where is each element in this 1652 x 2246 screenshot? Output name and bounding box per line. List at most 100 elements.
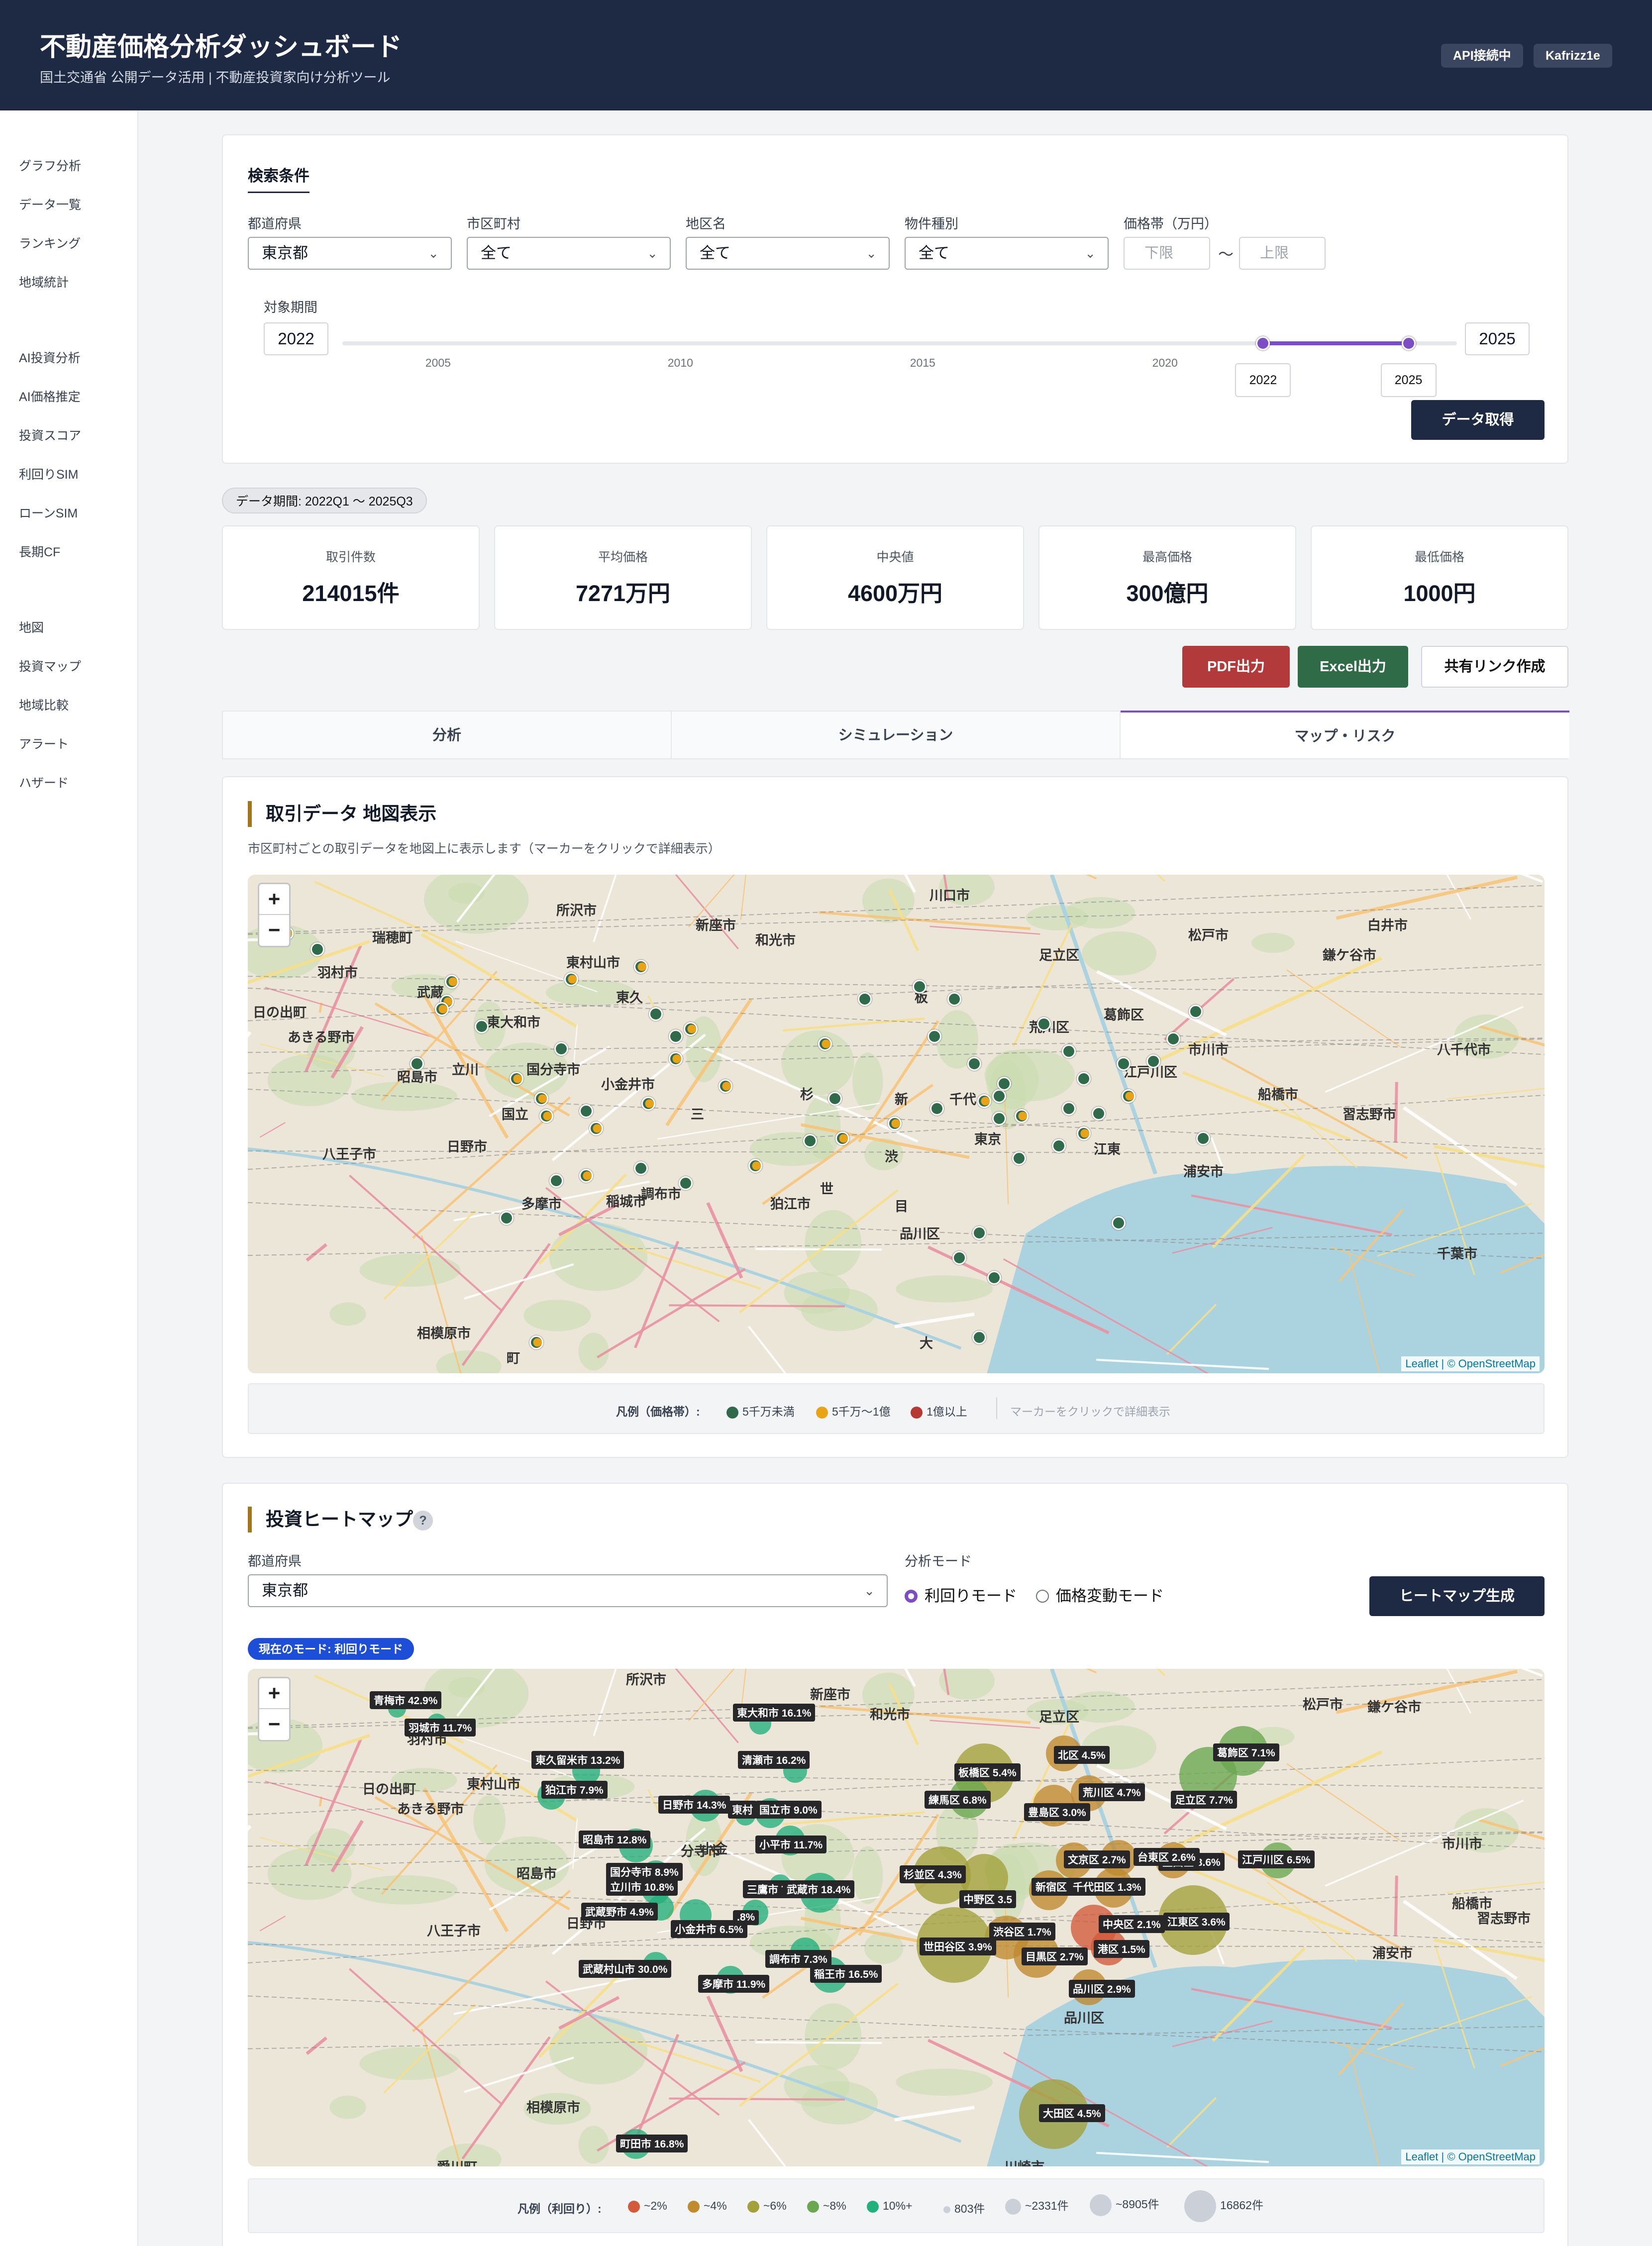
zoom-out-button[interactable]: − xyxy=(259,915,289,946)
transaction-marker[interactable] xyxy=(1077,1126,1091,1140)
transaction-marker[interactable] xyxy=(684,1022,698,1036)
transaction-marker[interactable] xyxy=(1052,1139,1066,1153)
transaction-marker[interactable] xyxy=(858,992,872,1006)
transaction-marker[interactable] xyxy=(549,1174,563,1188)
transaction-marker[interactable] xyxy=(992,1112,1006,1125)
transaction-marker[interactable] xyxy=(1062,1044,1076,1058)
sidebar-item-hazard[interactable]: ハザード xyxy=(19,773,69,791)
transaction-marker[interactable] xyxy=(475,1020,489,1033)
transaction-marker[interactable] xyxy=(977,1094,991,1108)
sidebar-item-invest-score[interactable]: 投資スコア xyxy=(19,426,81,444)
transaction-marker[interactable] xyxy=(529,1335,543,1349)
tab-map-risk[interactable]: マップ・リスク xyxy=(1121,711,1569,758)
tab-analysis[interactable]: 分析 xyxy=(223,712,672,759)
period-range-slider[interactable]: 2022 2025 2005 2010 2015 2020 xyxy=(342,324,1457,397)
transaction-marker[interactable] xyxy=(992,1089,1006,1103)
sidebar-item-ranking[interactable]: ランキング xyxy=(19,234,81,252)
share-link-button[interactable]: 共有リンク作成 xyxy=(1421,646,1568,688)
transaction-marker[interactable] xyxy=(930,1102,944,1116)
sidebar-item-long-cf[interactable]: 長期CF xyxy=(19,542,60,560)
transaction-marker[interactable] xyxy=(669,1052,683,1066)
transaction-marker[interactable] xyxy=(579,1169,593,1183)
transaction-marker[interactable] xyxy=(1092,1107,1106,1121)
transaction-marker[interactable] xyxy=(539,1109,553,1123)
transaction-marker[interactable] xyxy=(928,1029,941,1043)
transaction-marker[interactable] xyxy=(947,992,961,1006)
radio-price-change-mode[interactable]: 価格変動モード xyxy=(1036,1583,1164,1606)
transaction-marker[interactable] xyxy=(1062,1102,1076,1116)
sidebar-item-yield-sim[interactable]: 利回りSIM xyxy=(19,465,78,483)
osm-attribution[interactable]: | © OpenStreetMap xyxy=(1442,2150,1536,2163)
district-select[interactable]: 全て ⌄ xyxy=(686,237,890,270)
transaction-marker[interactable] xyxy=(634,960,648,974)
transaction-map[interactable]: 所沢市 川口市 新座市 和光市 白井市 松戸市 鎌ケ谷市 足立区 瑞穂町 羽村市 武蔵 東大和市 東村山… xyxy=(248,875,1545,1373)
sidebar-item-alert[interactable]: アラート xyxy=(19,734,69,752)
transaction-marker[interactable] xyxy=(835,1131,849,1145)
transaction-marker[interactable] xyxy=(435,1002,449,1016)
transaction-marker[interactable] xyxy=(1166,1032,1180,1046)
tab-simulation[interactable]: シミュレーション xyxy=(672,712,1121,759)
transaction-marker[interactable] xyxy=(1189,1005,1203,1019)
transaction-marker[interactable] xyxy=(888,1117,902,1130)
slider-thumb-from[interactable] xyxy=(1256,336,1270,350)
transaction-marker[interactable] xyxy=(1146,1054,1160,1068)
transaction-marker[interactable] xyxy=(1077,1072,1091,1086)
transaction-marker[interactable] xyxy=(719,1079,732,1093)
year-from-input[interactable]: 2022 xyxy=(264,322,328,355)
investment-heatmap-map[interactable]: 所沢市 新座市 和光市 足立区 松戸市 鎌ケ谷市 羽村市 日の出町 あきる野市 東村山市 市川市 昭島… xyxy=(248,1669,1545,2166)
transaction-marker[interactable] xyxy=(500,1211,514,1225)
transaction-marker[interactable] xyxy=(1122,1089,1136,1103)
transaction-marker[interactable] xyxy=(748,1159,762,1173)
heat-pref-select[interactable]: 東京都 ⌄ xyxy=(248,1574,888,1607)
transaction-marker[interactable] xyxy=(828,1092,842,1106)
sidebar-item-regional-stats[interactable]: 地域統計 xyxy=(19,273,69,291)
sidebar-item-ai-analysis[interactable]: AI投資分析 xyxy=(19,348,81,366)
transaction-marker[interactable] xyxy=(997,1077,1011,1091)
pdf-export-button[interactable]: PDF出力 xyxy=(1182,646,1290,688)
transaction-marker[interactable] xyxy=(649,1007,663,1021)
transaction-marker[interactable] xyxy=(510,1072,523,1086)
transaction-marker[interactable] xyxy=(1112,1216,1126,1230)
year-to-input[interactable]: 2025 xyxy=(1465,322,1530,355)
sidebar-item-loan-sim[interactable]: ローンSIM xyxy=(19,504,78,521)
transaction-marker[interactable] xyxy=(564,972,578,986)
pref-select[interactable]: 東京都 ⌄ xyxy=(248,237,452,270)
transaction-marker[interactable] xyxy=(972,1226,986,1240)
sidebar-item-area-compare[interactable]: 地域比較 xyxy=(19,696,69,714)
transaction-marker[interactable] xyxy=(987,1271,1001,1285)
transaction-marker[interactable] xyxy=(410,1057,424,1071)
sidebar-item-graph[interactable]: グラフ分析 xyxy=(19,156,81,174)
radio-yield-mode[interactable]: 利回りモード xyxy=(905,1583,1017,1606)
transaction-marker[interactable] xyxy=(641,1097,655,1111)
zoom-in-button[interactable]: + xyxy=(259,884,289,915)
transaction-marker[interactable] xyxy=(967,1057,981,1071)
sidebar-item-data-list[interactable]: データ一覧 xyxy=(19,195,81,213)
user-badge[interactable]: Kafrizz1e xyxy=(1534,44,1612,68)
transaction-marker[interactable] xyxy=(310,942,324,956)
sidebar-item-invest-map[interactable]: 投資マップ xyxy=(19,657,81,675)
fetch-data-button[interactable]: データ取得 xyxy=(1411,400,1545,440)
transaction-marker[interactable] xyxy=(589,1122,603,1135)
transaction-marker[interactable] xyxy=(1196,1131,1210,1145)
sidebar-item-ai-price[interactable]: AI価格推定 xyxy=(19,387,81,405)
excel-export-button[interactable]: Excel出力 xyxy=(1298,646,1408,688)
type-select[interactable]: 全て ⌄ xyxy=(905,237,1109,270)
generate-heatmap-button[interactable]: ヒートマップ生成 xyxy=(1369,1576,1545,1616)
transaction-marker[interactable] xyxy=(972,1330,986,1344)
zoom-in-button[interactable]: + xyxy=(259,1678,289,1709)
transaction-marker[interactable] xyxy=(679,1176,693,1190)
leaflet-link[interactable]: Leaflet xyxy=(1405,2150,1438,2163)
transaction-marker[interactable] xyxy=(913,980,927,994)
sidebar-item-map[interactable]: 地図 xyxy=(19,618,44,636)
leaflet-link[interactable]: Leaflet xyxy=(1405,1357,1438,1370)
transaction-marker[interactable] xyxy=(579,1104,593,1118)
transaction-marker[interactable] xyxy=(554,1042,568,1056)
transaction-marker[interactable] xyxy=(1015,1109,1029,1123)
help-icon[interactable]: ? xyxy=(413,1511,433,1531)
transaction-marker[interactable] xyxy=(1012,1151,1026,1165)
city-select[interactable]: 全て ⌄ xyxy=(467,237,671,270)
transaction-marker[interactable] xyxy=(1037,1017,1051,1031)
transaction-marker[interactable] xyxy=(669,1029,683,1043)
transaction-marker[interactable] xyxy=(952,1251,966,1265)
price-max-input[interactable]: 上限 xyxy=(1239,237,1326,270)
